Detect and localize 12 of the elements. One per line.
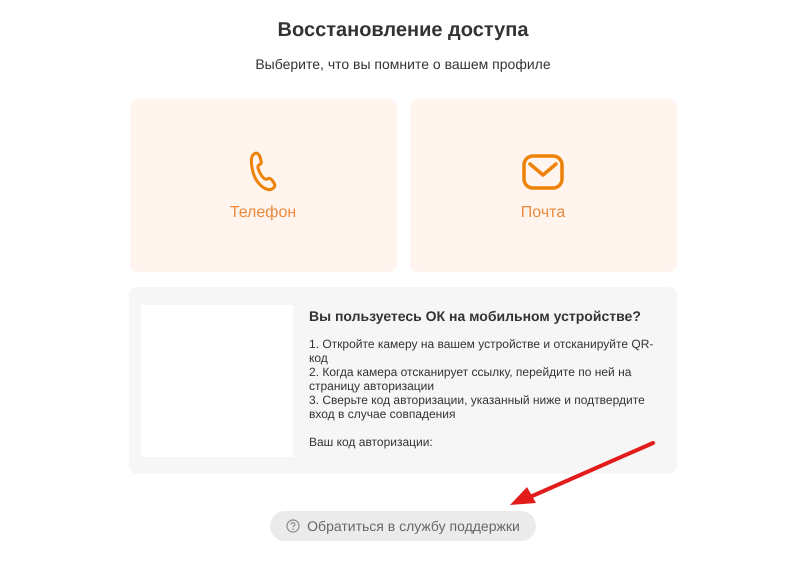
mail-icon [522, 154, 564, 190]
help-icon [286, 519, 300, 533]
mobile-heading: Вы пользуетесь ОК на мобильном устройстве? [309, 307, 642, 325]
subtitle: Выберите, что вы помните о вашем профиле [255, 55, 551, 74]
auth-code-label: Ваш код авторизации: [309, 435, 434, 449]
instruction-step: 3. Сверьте код авторизации, указанный ниже и подтвердите вход в случае совпадения [309, 393, 661, 421]
page-title: Восстановление доступа [278, 18, 528, 43]
phone-option-card[interactable]: Телефон [130, 99, 396, 272]
mail-option-card[interactable]: Почта [410, 99, 676, 272]
support-button[interactable]: Обратиться в службу поддержки [270, 511, 536, 541]
instruction-step: 1. Откройте камеру на вашем устройстве и отсканируйте QR-код [309, 337, 661, 365]
instruction-step: 2. Когда камера отсканирует ссылку, перейдите по ней на страницу авторизации [309, 365, 661, 393]
